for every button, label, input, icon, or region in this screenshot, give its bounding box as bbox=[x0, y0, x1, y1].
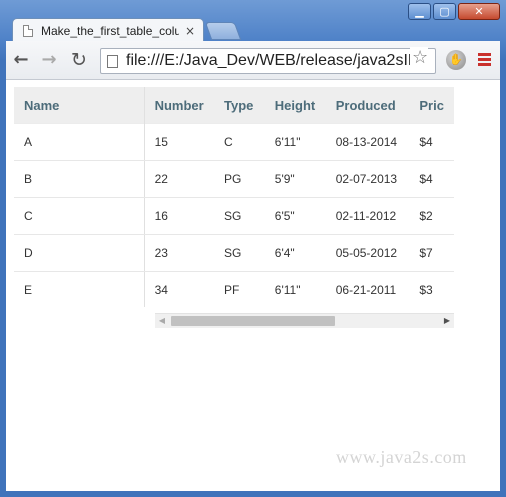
table-cell: $3 bbox=[409, 271, 454, 307]
forward-button[interactable]: → bbox=[38, 49, 60, 71]
table-cell: SG bbox=[214, 234, 265, 272]
bookmark-star-icon[interactable]: ☆ bbox=[410, 47, 429, 68]
table-cell: $7 bbox=[409, 234, 454, 272]
maximize-button[interactable]: ▢ bbox=[433, 3, 456, 20]
reload-button[interactable]: ↻ bbox=[68, 49, 90, 71]
table-cell: 6'4" bbox=[264, 234, 326, 272]
table-cell: SG bbox=[214, 197, 265, 235]
table-row: E 34 PF 6'11" 06-21-2011 $3 bbox=[14, 271, 454, 307]
column-header-price: Pric bbox=[409, 87, 454, 124]
table-cell: 08-13-2014 bbox=[325, 123, 410, 161]
tab-close-icon[interactable]: × bbox=[185, 24, 195, 38]
menu-icon[interactable] bbox=[478, 53, 491, 66]
table-cell: 23 bbox=[144, 234, 215, 272]
tab-title: Make_the_first_table_colu bbox=[41, 23, 179, 38]
table-cell: 6'5" bbox=[264, 197, 326, 235]
table-cell: 02-07-2013 bbox=[325, 160, 410, 198]
address-bar[interactable]: file:///E:/Java_Dev/WEB/release/java2sID bbox=[100, 48, 436, 74]
table-cell: PG bbox=[214, 160, 265, 198]
menu-bar bbox=[478, 63, 491, 66]
tab-active[interactable]: Make_the_first_table_colu × bbox=[12, 18, 204, 42]
table-cell: 06-21-2011 bbox=[325, 271, 410, 307]
new-tab-button[interactable] bbox=[204, 22, 242, 40]
table-container: Name Number Type Height Produced Pric A … bbox=[14, 87, 454, 307]
scroll-right-icon[interactable]: ▶ bbox=[440, 314, 454, 328]
table-cell: $4 bbox=[409, 123, 454, 161]
data-table: Name Number Type Height Produced Pric A … bbox=[14, 87, 454, 307]
table-cell: D bbox=[14, 234, 145, 272]
browser-window: ▁ ▢ ✕ Make_the_first_table_colu × ← → ↻ … bbox=[0, 0, 506, 497]
table-cell: 22 bbox=[144, 160, 215, 198]
table-cell: 05-05-2012 bbox=[325, 234, 410, 272]
table-cell: 6'11" bbox=[264, 123, 326, 161]
table-row: B 22 PG 5'9" 02-07-2013 $4 bbox=[14, 160, 454, 198]
column-header-type: Type bbox=[214, 87, 265, 124]
scrollbar-thumb[interactable] bbox=[171, 316, 335, 326]
table-cell: 5'9" bbox=[264, 160, 326, 198]
table-cell: A bbox=[14, 123, 145, 161]
table-cell: 16 bbox=[144, 197, 215, 235]
table-row: C 16 SG 6'5" 02-11-2012 $2 bbox=[14, 197, 454, 235]
menu-bar bbox=[478, 58, 491, 61]
column-header-produced: Produced bbox=[325, 87, 410, 124]
table-cell: C bbox=[214, 123, 265, 161]
page-content: Name Number Type Height Produced Pric A … bbox=[6, 80, 500, 491]
horizontal-scrollbar[interactable]: ◀ ▶ bbox=[155, 313, 454, 328]
window-controls: ▁ ▢ ✕ bbox=[408, 3, 500, 20]
close-window-button[interactable]: ✕ bbox=[458, 3, 500, 20]
extension-icon[interactable]: ✋ bbox=[446, 50, 466, 70]
back-button[interactable]: ← bbox=[10, 49, 32, 71]
page-icon bbox=[107, 54, 118, 68]
minimize-button[interactable]: ▁ bbox=[408, 3, 431, 20]
table-cell: $2 bbox=[409, 197, 454, 235]
watermark: www.java2s.com bbox=[336, 447, 467, 467]
column-header-name: Name bbox=[14, 87, 145, 124]
toolbar: ← → ↻ file:///E:/Java_Dev/WEB/release/ja… bbox=[6, 41, 500, 80]
table-cell: C bbox=[14, 197, 145, 235]
table-cell: 6'11" bbox=[264, 271, 326, 307]
table-row: A 15 C 6'11" 08-13-2014 $4 bbox=[14, 123, 454, 161]
table-cell: $4 bbox=[409, 160, 454, 198]
table-cell: B bbox=[14, 160, 145, 198]
menu-bar bbox=[478, 53, 491, 56]
table-header-row: Name Number Type Height Produced Pric bbox=[14, 87, 454, 124]
table-row: D 23 SG 6'4" 05-05-2012 $7 bbox=[14, 234, 454, 272]
column-header-number: Number bbox=[144, 87, 215, 124]
column-header-height: Height bbox=[264, 87, 326, 124]
table-cell: 15 bbox=[144, 123, 215, 161]
table-cell: PF bbox=[214, 271, 265, 307]
address-text[interactable]: file:///E:/Java_Dev/WEB/release/java2sID bbox=[126, 52, 435, 70]
table-cell: E bbox=[14, 271, 145, 307]
scroll-left-icon[interactable]: ◀ bbox=[155, 314, 169, 328]
table-cell: 34 bbox=[144, 271, 215, 307]
table-cell: 02-11-2012 bbox=[325, 197, 410, 235]
page-icon bbox=[23, 24, 33, 37]
